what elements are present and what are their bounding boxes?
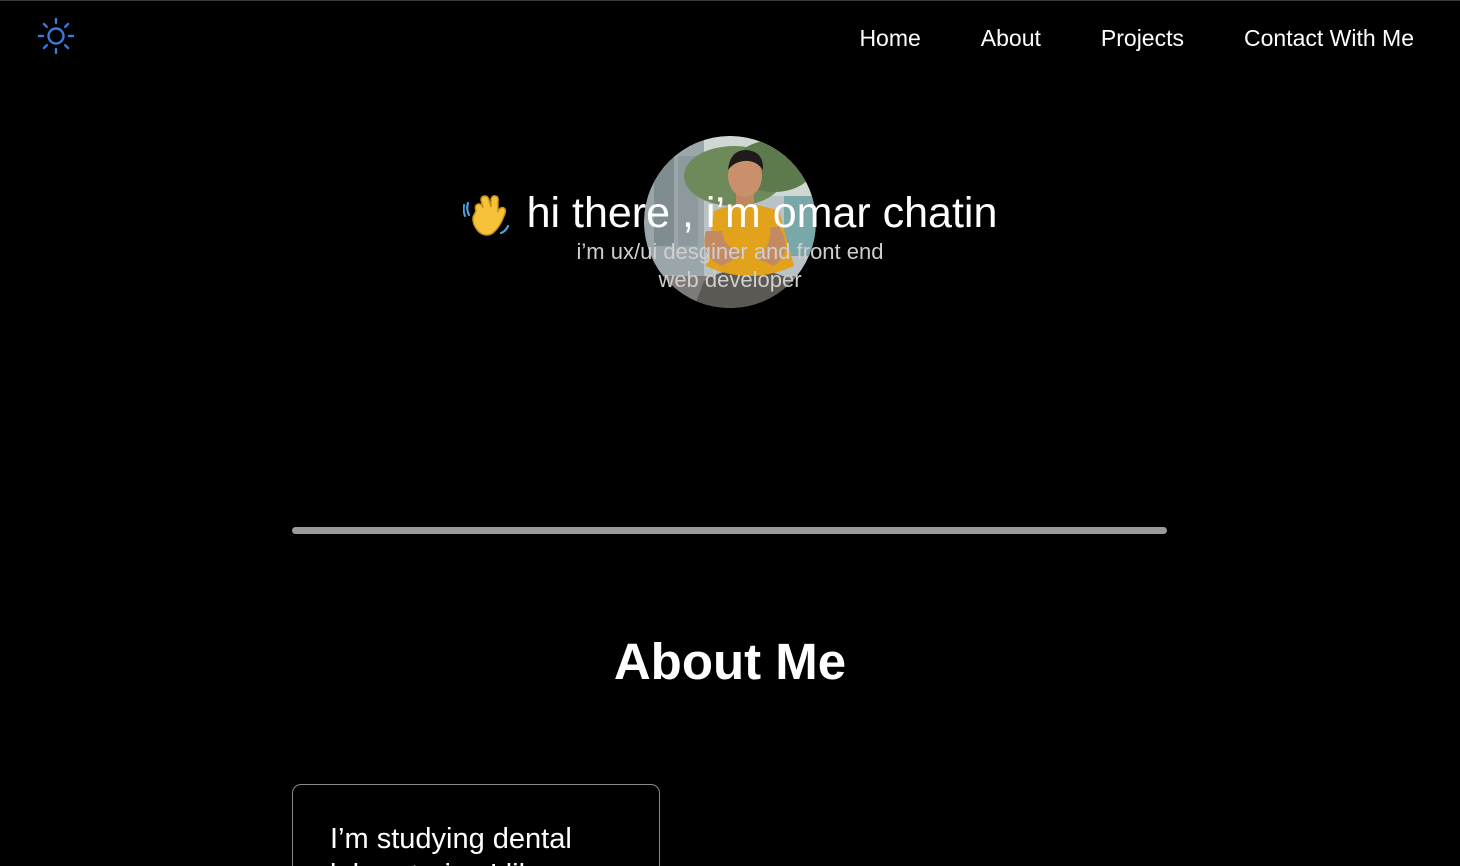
hero-subtitle-line-2: web developer [658, 267, 802, 292]
about-card-text: I’m studying dental laboratories I like [330, 823, 572, 866]
page: Home About Projects Contact With Me hi t… [0, 0, 1460, 866]
about-section-title: About Me [613, 633, 847, 690]
hero-title-text: hi there , i’m omar chatin [526, 189, 998, 237]
nav-projects-link[interactable]: Projects [1101, 23, 1184, 53]
hero-subtitle-line-1: i’m ux/ui desginer and front end [576, 239, 884, 264]
about-card: I’m studying dental laboratories I like [292, 784, 660, 866]
hero-subtitle: i’m ux/ui desginer and front end web dev… [0, 238, 1460, 294]
main-nav: Home About Projects Contact With Me [859, 23, 1414, 53]
nav-contact-link[interactable]: Contact With Me [1244, 23, 1414, 53]
sun-icon [37, 17, 75, 55]
nav-home-link[interactable]: Home [859, 23, 920, 53]
waving-hand-icon [462, 191, 511, 239]
theme-toggle-button[interactable] [36, 16, 76, 56]
hero-title: hi there , i’m omar chatin [0, 188, 1460, 238]
section-divider [292, 527, 1167, 534]
nav-about-link[interactable]: About [981, 23, 1041, 53]
